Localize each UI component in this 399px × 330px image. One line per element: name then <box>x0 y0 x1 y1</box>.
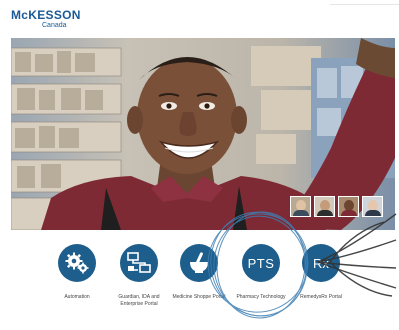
hero-thumbnail-strip <box>290 196 383 218</box>
header-bar: McKESSON Canada <box>0 0 399 36</box>
mortar-pestle-icon[interactable] <box>180 244 218 282</box>
portal-label: Automation <box>64 294 90 300</box>
rx-icon-text: Rx <box>313 255 329 271</box>
portal-links: Automation Guardian, IDA and Enterprise … <box>0 236 399 330</box>
hero-thumbnail-3[interactable] <box>338 196 359 217</box>
portal-remedysrx[interactable]: Rx RemedysRx Portal <box>286 236 356 301</box>
hero-thumbnail-2[interactable] <box>314 196 335 217</box>
thumb-torso <box>365 210 381 216</box>
thumb-torso <box>341 210 357 216</box>
mckesson-logo[interactable]: McKESSON Canada <box>11 9 81 30</box>
logo-country: Canada <box>42 22 67 29</box>
rx-icon[interactable]: Rx <box>302 244 340 282</box>
portal-label: RemedysRx Portal <box>300 294 342 300</box>
hero-thumbnail-4[interactable] <box>362 196 383 217</box>
logo-wordmark: McKESSON <box>11 8 81 22</box>
portal-label: Medicine Shoppe Portal <box>172 294 226 300</box>
pts-icon-text: PTS <box>247 255 275 271</box>
pts-icon[interactable]: PTS <box>242 244 280 282</box>
hero-thumbnail-1[interactable] <box>290 196 311 217</box>
gears-icon[interactable] <box>58 244 96 282</box>
monitors-icon[interactable] <box>120 244 158 282</box>
thumb-torso <box>317 210 333 216</box>
portal-medicine-shoppe[interactable]: Medicine Shoppe Portal <box>164 236 234 301</box>
header-divider <box>330 4 399 5</box>
portal-automation[interactable]: Automation <box>42 236 112 301</box>
thumb-torso <box>293 210 309 216</box>
